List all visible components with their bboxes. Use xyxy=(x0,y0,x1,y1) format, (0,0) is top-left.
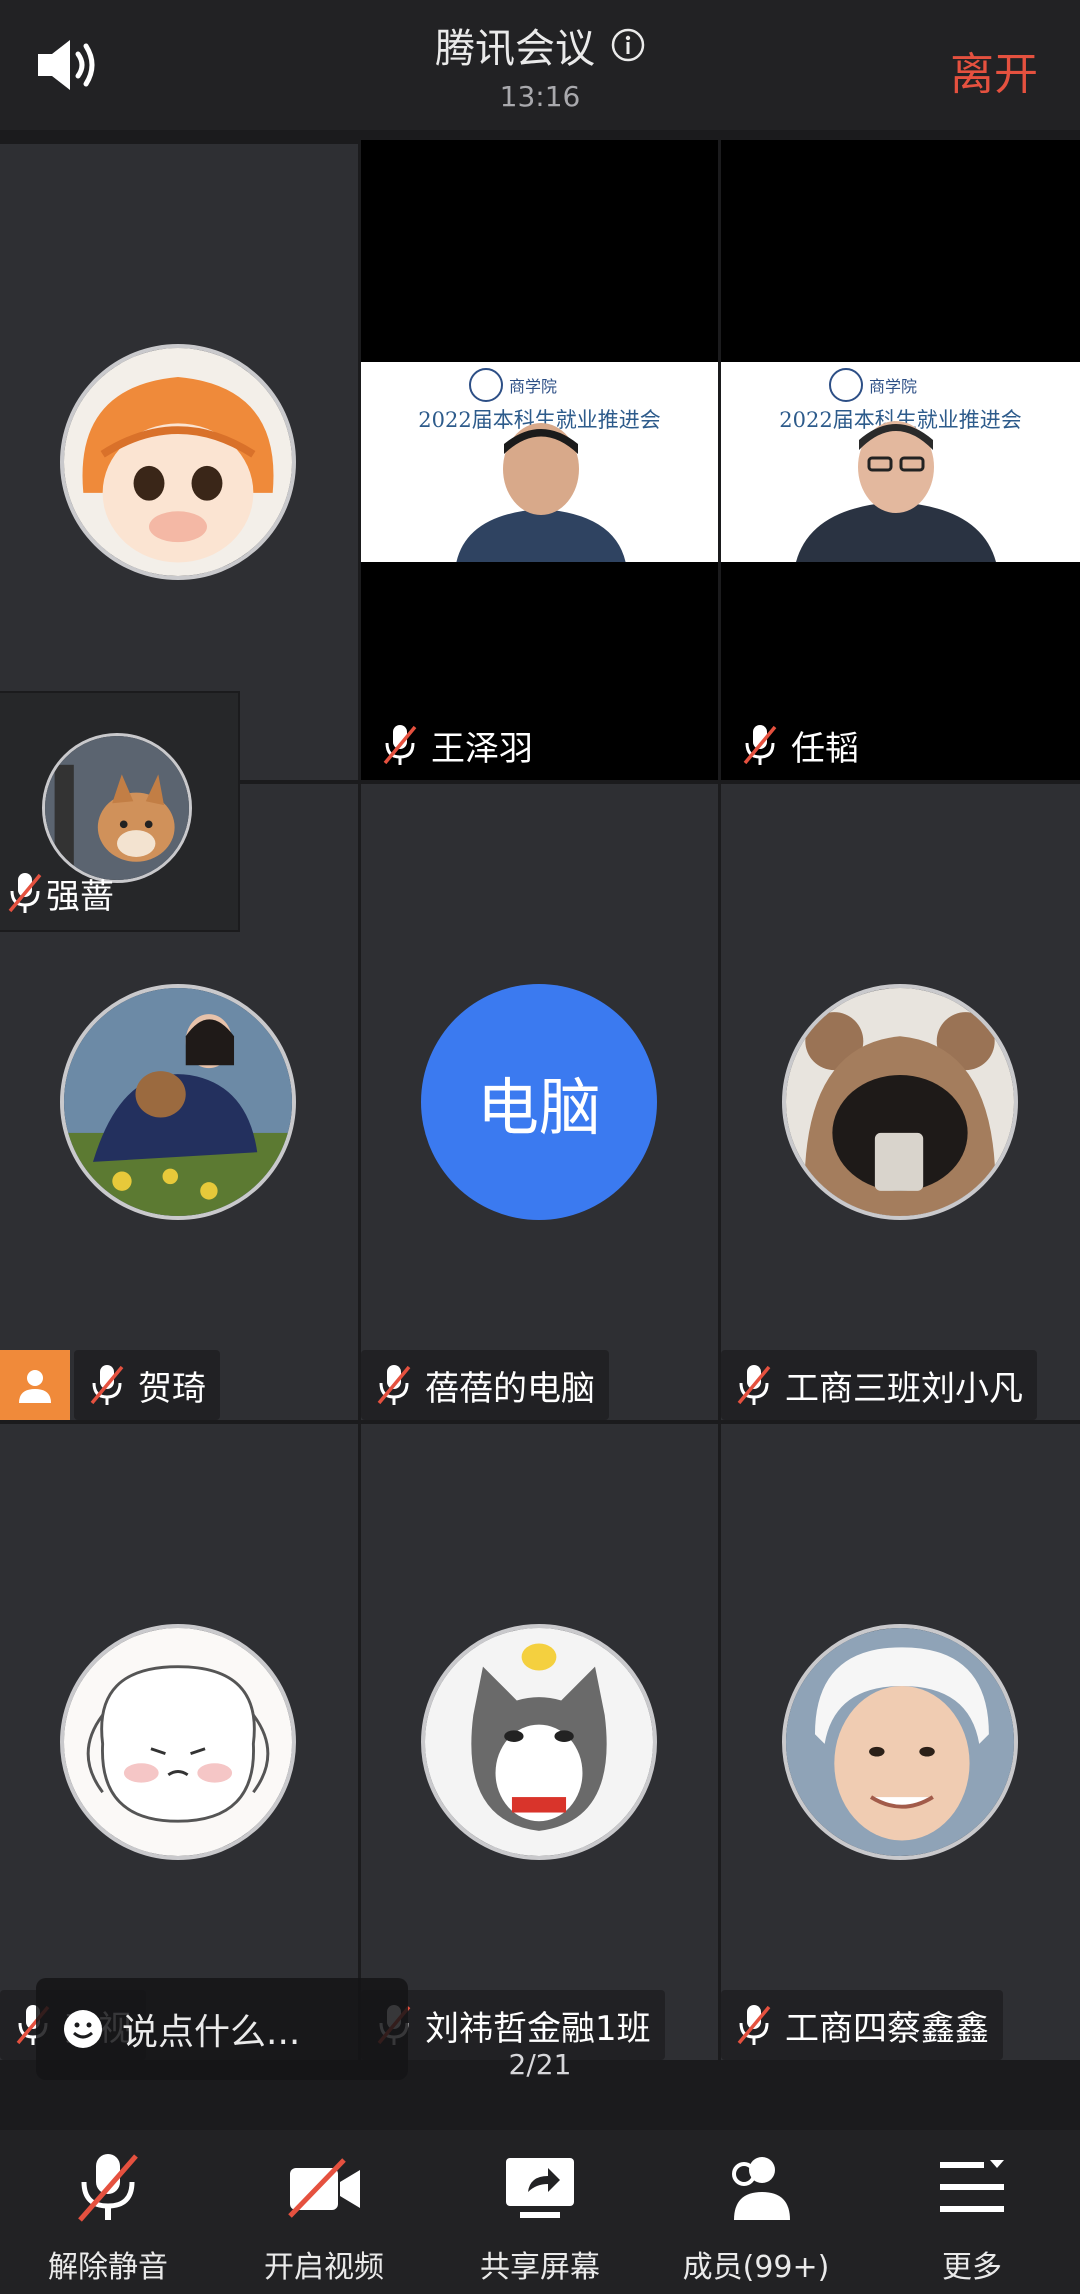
participant-tile[interactable] xyxy=(0,1424,358,2060)
muted-mic-icon xyxy=(377,1365,411,1405)
avatar xyxy=(421,1624,657,1860)
meeting-header: 腾讯会议 13:16 离开 xyxy=(0,0,1080,130)
participant-tile[interactable] xyxy=(361,1424,718,2060)
participant-tile[interactable]: 电脑 xyxy=(361,784,718,1420)
self-view-pip[interactable]: 强蔷 xyxy=(0,693,238,930)
dog-avatar-image xyxy=(45,736,189,880)
avatar xyxy=(60,984,296,1220)
name-tag: 王泽羽 xyxy=(367,710,547,780)
muted-mic-icon xyxy=(383,725,417,765)
leave-button[interactable]: 离开 xyxy=(950,38,1038,102)
muted-mic-icon xyxy=(78,2154,138,2222)
participant-tile[interactable] xyxy=(721,1424,1080,2060)
video-feed: 商学院 2022届本科生就业推进会 xyxy=(721,362,1080,562)
bear-hat-avatar-image xyxy=(786,988,1014,1216)
meeting-title[interactable]: 腾讯会议 xyxy=(435,16,595,74)
page-indicator: 2/21 xyxy=(508,2048,572,2081)
participant-tile[interactable]: 商学院 2022届本科生就业推进会 任韬 xyxy=(721,140,1080,780)
school-logo: 商学院 xyxy=(829,368,917,402)
emoji-icon[interactable] xyxy=(62,2008,104,2050)
avatar xyxy=(782,984,1018,1220)
bottom-toolbar: 解除静音 开启视频 共享屏幕 成员(99+) 更多 xyxy=(0,2130,1080,2294)
name-tag: 贺琦 xyxy=(74,1350,220,1420)
person-video-image xyxy=(456,423,626,562)
school-logo: 商学院 xyxy=(469,368,557,402)
bunny-sketch-avatar-image xyxy=(64,1628,292,1856)
avatar xyxy=(60,1624,296,1860)
photo-avatar-image xyxy=(64,988,292,1216)
more-menu-icon xyxy=(940,2160,1004,2212)
participant-tile[interactable]: 商学院 2022届本科生就业推进会 王泽羽 xyxy=(361,140,718,780)
name-tag: 强蔷 xyxy=(0,861,120,925)
helmet-photo-avatar-image xyxy=(786,1628,1014,1856)
muted-mic-icon xyxy=(737,1365,771,1405)
name-tag: 蓓蓓的电脑 xyxy=(361,1350,609,1420)
cat-avatar-image xyxy=(425,1628,653,1856)
unmute-button[interactable]: 解除静音 xyxy=(0,2130,216,2294)
avatar xyxy=(782,1624,1018,1860)
host-badge xyxy=(0,1350,70,1420)
muted-mic-icon xyxy=(8,873,42,913)
muted-mic-icon xyxy=(743,725,777,765)
muted-mic-icon xyxy=(90,1365,124,1405)
share-screen-icon xyxy=(506,2158,574,2218)
cartoon-avatar-image xyxy=(64,348,292,576)
meeting-time: 13:16 xyxy=(499,80,581,113)
more-button[interactable]: 更多 xyxy=(864,2130,1080,2294)
muted-mic-icon xyxy=(737,2005,771,2045)
members-button[interactable]: 成员(99+) xyxy=(648,2130,864,2294)
info-icon[interactable] xyxy=(611,28,645,62)
start-video-button[interactable]: 开启视频 xyxy=(216,2130,432,2294)
video-off-icon xyxy=(288,2158,360,2218)
avatar xyxy=(60,344,296,580)
participant-tile[interactable] xyxy=(721,784,1080,1420)
participant-tile[interactable] xyxy=(0,144,358,780)
person-icon xyxy=(19,1370,51,1403)
video-feed: 商学院 2022届本科生就业推进会 xyxy=(361,362,718,562)
person-video-image xyxy=(796,421,996,562)
members-icon xyxy=(732,2157,790,2220)
name-tag: 任韬 xyxy=(727,710,873,780)
participant-grid: 商学院 2022届本科生就业推进会 王泽羽 商学院 2022届本科生就业推进会 xyxy=(0,140,1080,2065)
name-tag: 工商三班刘小凡 xyxy=(721,1350,1037,1420)
text-avatar: 电脑 xyxy=(421,984,657,1220)
share-screen-button[interactable]: 共享屏幕 xyxy=(432,2130,648,2294)
